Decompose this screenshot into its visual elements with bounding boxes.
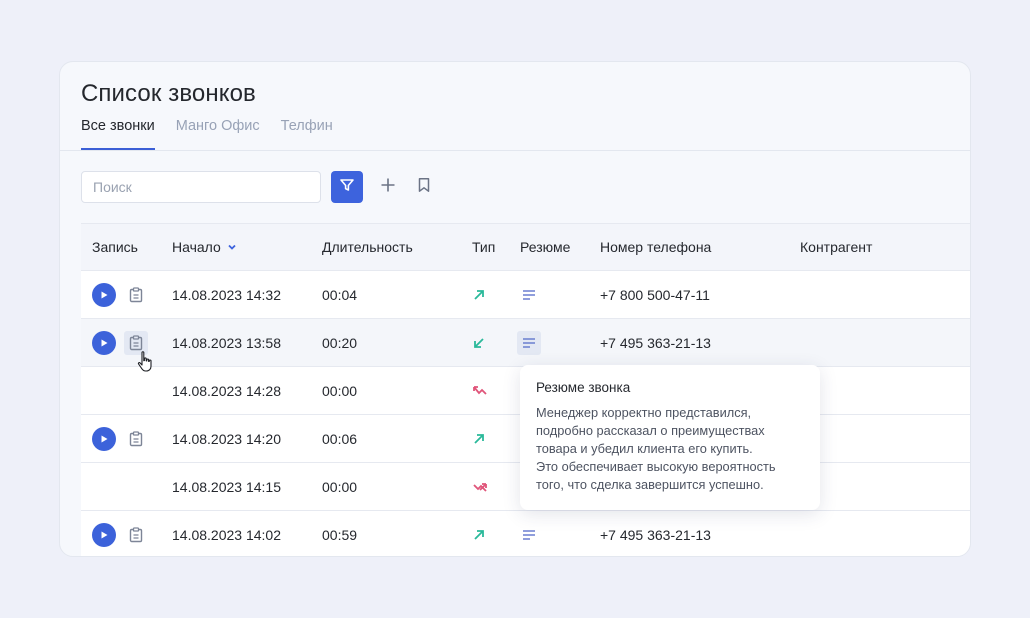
clipboard-icon (129, 287, 143, 303)
row-duration: 00:04 (322, 286, 358, 303)
clipboard-icon (129, 527, 143, 543)
column-start-label: Начало (172, 239, 221, 255)
play-button[interactable] (92, 426, 116, 451)
filter-button[interactable] (331, 171, 363, 203)
tooltip-line: подробно рассказал о преимуществах (536, 423, 765, 438)
tab-mango-office[interactable]: Манго Офис (176, 118, 260, 150)
clipboard-icon (129, 335, 143, 351)
row-duration: 00:06 (322, 430, 358, 447)
bookmark-icon (416, 177, 432, 198)
table-row: 14.08.2023 14:02 00:59 +7 495 363-21-13 (81, 511, 970, 556)
column-record: Запись (92, 239, 138, 255)
bookmark-button[interactable] (415, 177, 433, 198)
tab-telfin[interactable]: Телфин (281, 118, 333, 150)
column-summary: Резюме (520, 239, 571, 255)
missed-incoming-call-icon (472, 384, 488, 398)
outgoing-call-icon (472, 288, 486, 302)
tooltip-title: Резюме звонка (536, 380, 631, 395)
row-start: 14.08.2023 14:32 (172, 286, 281, 303)
sort-desc-icon (227, 242, 237, 252)
row-phone[interactable]: +7 800 500-47-11 (600, 271, 710, 318)
column-phone: Номер телефона (600, 239, 712, 255)
table-header: Запись Начало Длительность Тип Резюме Но… (81, 223, 970, 271)
summary-tooltip: Резюме звонка Менеджер корректно предста… (520, 365, 820, 510)
row-start: 14.08.2023 14:28 (172, 382, 281, 399)
text-lines-icon (522, 337, 536, 349)
play-button[interactable] (92, 522, 116, 547)
summary-button[interactable] (517, 330, 541, 355)
tabs: Все звонки Манго Офис Телфин (81, 118, 354, 150)
row-duration: 00:00 (322, 382, 358, 399)
tooltip-line: того, что сделка завершится успешно. (536, 477, 764, 492)
tabs-divider (60, 150, 970, 151)
search-input[interactable] (81, 171, 321, 203)
tooltip-line: Это обеспечивает высокую вероятность (536, 459, 776, 474)
transcript-button[interactable] (126, 525, 146, 545)
calls-card: Список звонков Все звонки Манго Офис Тел… (59, 61, 971, 557)
row-start: 14.08.2023 13:58 (172, 334, 281, 351)
filter-icon (339, 177, 355, 198)
tooltip-line: Менеджер корректно представился, (536, 405, 752, 420)
row-phone[interactable]: +7 495 363-21-13 (600, 319, 711, 366)
page-title: Список звонков (81, 80, 256, 107)
summary-button[interactable] (517, 523, 541, 547)
clipboard-icon (129, 431, 143, 447)
column-type: Тип (472, 239, 496, 255)
tooltip-line: товара и убедил клиента его купить. (536, 441, 753, 456)
transcript-button[interactable] (126, 285, 146, 305)
outgoing-call-icon (472, 528, 486, 542)
column-start[interactable]: Начало (172, 224, 237, 270)
tab-all-calls[interactable]: Все звонки (81, 118, 155, 150)
table-row: 14.08.2023 13:58 00:20 +7 495 363-21-13 (81, 319, 970, 367)
transcript-button[interactable] (126, 429, 146, 449)
table-row: 14.08.2023 14:32 00:04 +7 800 500-47-11 (81, 271, 970, 319)
row-phone[interactable]: +7 495 363-21-13 (600, 511, 711, 556)
row-duration: 00:00 (322, 478, 358, 495)
column-duration: Длительность (322, 239, 413, 255)
row-duration: 00:20 (322, 334, 358, 351)
missed-outgoing-call-icon (472, 480, 488, 494)
column-counterparty: Контрагент (800, 239, 873, 255)
row-start: 14.08.2023 14:02 (172, 526, 281, 543)
play-button[interactable] (92, 282, 116, 307)
summary-button[interactable] (517, 283, 541, 307)
text-lines-icon (522, 289, 536, 301)
play-button[interactable] (92, 330, 116, 355)
outgoing-call-icon (472, 432, 486, 446)
add-button[interactable] (379, 178, 397, 196)
tooltip-body: Менеджер корректно представился, подробн… (536, 404, 804, 494)
row-duration: 00:59 (322, 526, 358, 543)
incoming-call-icon (472, 336, 486, 350)
hand-pointer-cursor-icon (137, 350, 155, 374)
row-start: 14.08.2023 14:15 (172, 478, 281, 495)
text-lines-icon (522, 529, 536, 541)
plus-icon (380, 177, 396, 198)
row-start: 14.08.2023 14:20 (172, 430, 281, 447)
